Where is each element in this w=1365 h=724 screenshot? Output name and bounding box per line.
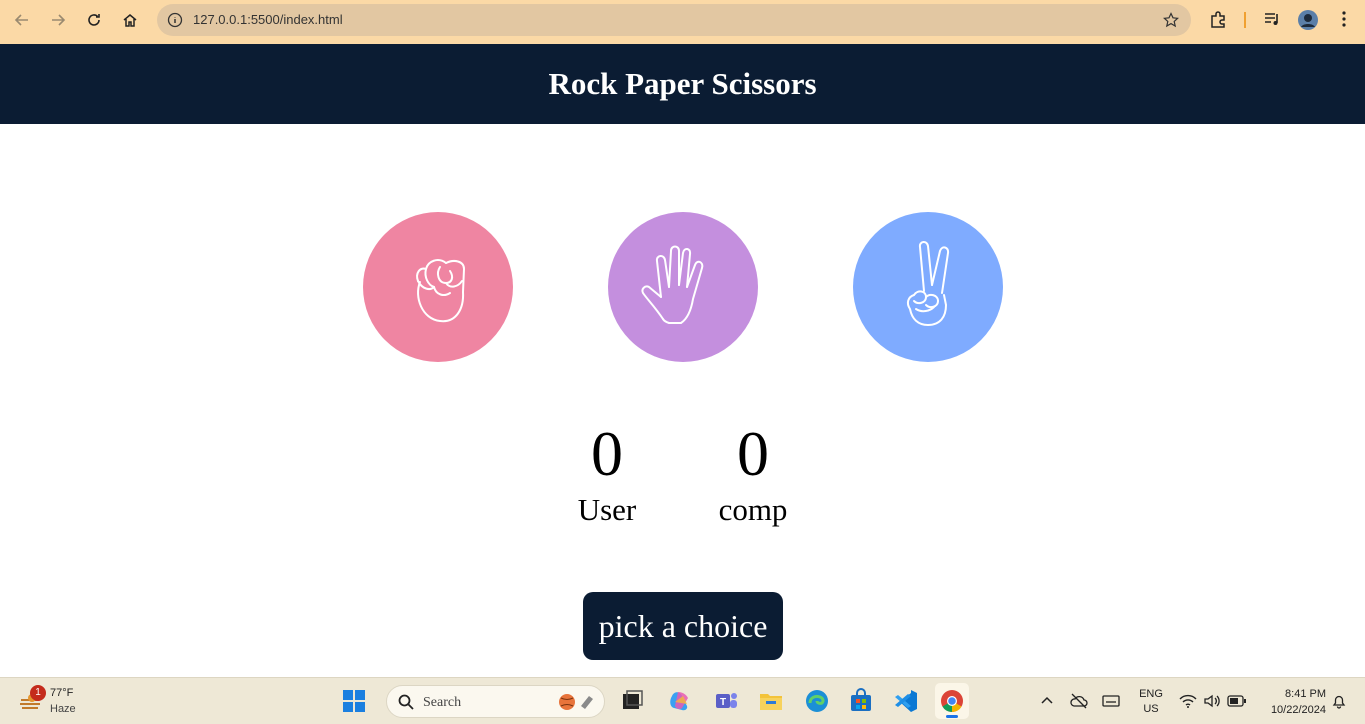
search-highlight-icon <box>559 694 593 710</box>
vscode-icon[interactable] <box>893 688 919 714</box>
clock-date: 10/22/2024 <box>1270 704 1326 716</box>
language-indicator[interactable]: ENG US <box>1136 687 1166 717</box>
comp-score: 0 comp <box>693 418 813 528</box>
rock-choice-button[interactable] <box>363 212 513 362</box>
home-button[interactable] <box>116 8 144 32</box>
windows-start-icon[interactable] <box>341 688 367 714</box>
notification-badge: 1 <box>30 685 46 701</box>
weather-temp: 77°F <box>50 687 74 699</box>
paper-choice-button[interactable] <box>608 212 758 362</box>
microsoft-store-icon[interactable] <box>848 688 874 714</box>
app-header: Rock Paper Scissors <box>0 44 1365 124</box>
paper-hand-icon <box>641 245 704 324</box>
user-score-label: User <box>577 492 637 527</box>
region-code: US <box>1143 703 1159 715</box>
battery-icon[interactable] <box>1227 694 1247 713</box>
edge-browser-icon[interactable] <box>804 688 830 714</box>
rock-hand-icon <box>416 259 465 323</box>
taskbar: 1 77°F Haze Search T ENG US 8:41 PM 10/2… <box>0 677 1365 724</box>
comp-score-label: comp <box>718 492 788 527</box>
scissors-hand-icon <box>906 241 950 326</box>
site-info-icon[interactable] <box>167 12 183 33</box>
wifi-icon[interactable] <box>1179 693 1197 714</box>
chrome-browser-icon[interactable] <box>935 683 969 719</box>
address-bar[interactable]: 127.0.0.1:5500/index.html <box>157 4 1191 36</box>
taskbar-search[interactable]: Search <box>386 685 605 718</box>
clock[interactable]: 8:41 PM 10/22/2024 <box>1256 686 1326 718</box>
back-button[interactable] <box>8 8 36 32</box>
forward-arrow-icon <box>52 14 66 26</box>
browser-toolbar: 127.0.0.1:5500/index.html <box>0 0 1365 44</box>
reload-button[interactable] <box>80 8 108 32</box>
user-score: 0 User <box>547 418 667 528</box>
notification-bell-icon[interactable] <box>1331 693 1347 714</box>
touch-keyboard-icon[interactable] <box>1102 693 1120 714</box>
teams-icon[interactable]: T <box>713 688 739 714</box>
extensions-icon[interactable] <box>1209 10 1227 33</box>
search-icon <box>398 694 414 710</box>
scissors-choice-button[interactable] <box>853 212 1003 362</box>
language-code: ENG <box>1139 688 1163 700</box>
weather-condition: Haze <box>50 703 76 715</box>
page-title: Rock Paper Scissors <box>548 66 817 101</box>
show-hidden-icons-chevron-icon[interactable] <box>1040 694 1054 713</box>
active-app-indicator <box>946 715 958 718</box>
toolbar-divider <box>1244 12 1246 28</box>
status-message: pick a choice <box>583 592 783 660</box>
file-explorer-icon[interactable] <box>758 688 784 714</box>
onedrive-offline-icon[interactable] <box>1070 693 1088 714</box>
svg-text:T: T <box>720 697 726 708</box>
back-arrow-icon <box>14 14 28 26</box>
profile-avatar[interactable] <box>1297 9 1319 36</box>
bookmark-star-icon[interactable] <box>1163 12 1179 33</box>
media-control-icon[interactable] <box>1263 10 1281 33</box>
url-text[interactable]: 127.0.0.1:5500/index.html <box>193 12 343 27</box>
forward-button[interactable] <box>44 8 72 32</box>
reload-icon <box>88 14 100 26</box>
more-menu-icon[interactable] <box>1336 10 1352 33</box>
search-label: Search <box>423 695 462 710</box>
clock-time: 8:41 PM <box>1285 688 1326 700</box>
copilot-icon[interactable] <box>667 688 693 714</box>
user-score-value: 0 <box>591 418 623 489</box>
task-view-icon[interactable] <box>619 688 645 714</box>
home-icon <box>123 14 137 27</box>
volume-icon[interactable] <box>1203 693 1221 714</box>
comp-score-value: 0 <box>737 418 769 489</box>
weather-widget[interactable]: 1 77°F Haze <box>16 685 86 718</box>
